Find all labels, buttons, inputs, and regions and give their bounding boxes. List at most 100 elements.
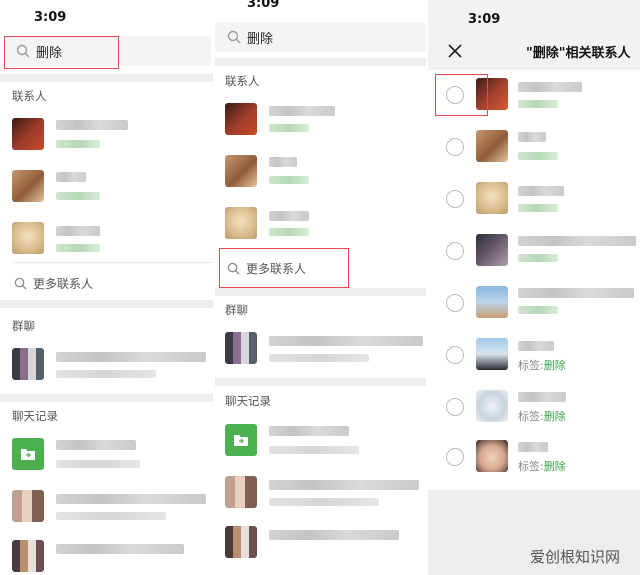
avatar[interactable] xyxy=(12,222,44,254)
tag-key: 标签: xyxy=(518,410,544,423)
select-radio[interactable] xyxy=(446,138,464,156)
avatar[interactable] xyxy=(225,207,257,239)
chat-snippet xyxy=(56,460,140,468)
close-icon[interactable] xyxy=(448,44,462,58)
group-avatar[interactable] xyxy=(225,476,257,508)
avatar[interactable] xyxy=(476,130,508,162)
panel-related-contacts: 3:09 "删除"相关联系人 标签:删除 标签:删除 标签:删除 xyxy=(428,0,640,575)
avatar[interactable] xyxy=(476,182,508,214)
section-contacts-title: 联系人 xyxy=(225,74,260,88)
contact-name xyxy=(518,186,564,196)
avatar[interactable] xyxy=(476,286,508,318)
group-name xyxy=(56,352,206,362)
contact-detail xyxy=(518,152,558,160)
avatar[interactable] xyxy=(12,170,44,202)
section-contacts-title: 联系人 xyxy=(12,89,47,103)
search-input[interactable]: 删除 xyxy=(247,28,273,47)
folder-icon xyxy=(234,435,248,446)
contact-detail xyxy=(518,254,558,262)
section-groups-title: 群聊 xyxy=(225,303,248,317)
avatar[interactable] xyxy=(12,118,44,150)
select-radio[interactable] xyxy=(446,242,464,260)
select-radio[interactable] xyxy=(446,190,464,208)
contact-name xyxy=(518,82,582,92)
file-transfer-avatar[interactable] xyxy=(12,438,44,470)
chat-name xyxy=(269,426,349,436)
select-radio[interactable] xyxy=(446,448,464,466)
panel-search-results-1: 3:09 删除 联系人 更多联系人 群聊 聊天记录 xyxy=(0,0,213,575)
contact-name xyxy=(518,442,548,452)
contact-name xyxy=(269,211,309,221)
contact-detail xyxy=(269,176,309,184)
contact-detail xyxy=(56,192,100,200)
status-time: 3:09 xyxy=(34,10,67,25)
contact-name xyxy=(56,172,86,182)
more-contacts-label: 更多联系人 xyxy=(33,277,94,291)
contact-name xyxy=(518,341,554,351)
contact-name xyxy=(56,120,128,130)
chat-name xyxy=(269,530,399,540)
tag-key: 标签: xyxy=(518,460,544,473)
contact-tag: 标签:删除 xyxy=(518,458,566,474)
chat-name xyxy=(56,494,206,504)
contact-tag: 标签:删除 xyxy=(518,357,566,373)
avatar[interactable] xyxy=(225,155,257,187)
group-avatar[interactable] xyxy=(12,540,44,572)
contact-name xyxy=(518,236,636,246)
contact-detail xyxy=(518,204,558,212)
more-contacts-link[interactable]: 更多联系人 xyxy=(14,275,93,292)
chat-name xyxy=(56,440,136,450)
chat-name xyxy=(269,480,419,490)
watermark-text: 爱创根知识网 xyxy=(529,548,620,566)
highlight-box xyxy=(4,36,119,69)
search-bar[interactable]: 删除 xyxy=(215,22,426,52)
contact-name xyxy=(269,157,297,167)
contact-name xyxy=(518,288,634,298)
tag-value: 删除 xyxy=(543,359,566,372)
avatar[interactable] xyxy=(476,234,508,266)
section-chat-title: 聊天记录 xyxy=(225,394,271,408)
contact-detail xyxy=(518,100,558,108)
avatar[interactable] xyxy=(225,103,257,135)
contact-detail xyxy=(56,244,100,252)
section-chat-title: 聊天记录 xyxy=(12,409,58,423)
group-detail xyxy=(269,354,369,362)
tag-value: 删除 xyxy=(543,410,566,423)
group-detail xyxy=(56,370,156,378)
page-title: "删除"相关联系人 xyxy=(526,46,631,61)
section-groups-title: 群聊 xyxy=(12,319,35,333)
panel-search-results-2: 3:09 删除 联系人 更多联系人 群聊 聊天记录 xyxy=(215,0,426,575)
group-name xyxy=(269,336,423,346)
tag-key: 标签: xyxy=(518,359,544,372)
select-radio[interactable] xyxy=(446,398,464,416)
group-avatar[interactable] xyxy=(12,490,44,522)
contact-name xyxy=(56,226,100,236)
tag-value: 删除 xyxy=(543,460,566,473)
highlight-box xyxy=(219,248,349,288)
search-icon xyxy=(14,277,27,290)
file-transfer-avatar[interactable] xyxy=(225,424,257,456)
select-radio[interactable] xyxy=(446,294,464,312)
highlight-box xyxy=(435,74,488,116)
status-time: 3:09 xyxy=(468,12,501,27)
contact-tag: 标签:删除 xyxy=(518,408,566,424)
select-radio[interactable] xyxy=(446,346,464,364)
contact-detail xyxy=(269,228,309,236)
contact-detail xyxy=(518,306,558,314)
avatar[interactable] xyxy=(476,390,508,422)
status-time: 3:09 xyxy=(247,0,280,11)
group-avatar[interactable] xyxy=(225,332,257,364)
group-avatar[interactable] xyxy=(225,526,257,558)
contact-detail xyxy=(56,140,100,148)
chat-snippet xyxy=(269,446,359,454)
chat-snippet xyxy=(56,512,166,520)
contact-name xyxy=(518,392,566,402)
chat-name xyxy=(56,544,184,554)
contact-detail xyxy=(269,124,309,132)
chat-snippet xyxy=(269,498,379,506)
contact-name xyxy=(269,106,335,116)
search-icon xyxy=(227,30,241,44)
group-avatar[interactable] xyxy=(12,348,44,380)
avatar[interactable] xyxy=(476,440,508,472)
avatar[interactable] xyxy=(476,338,508,370)
